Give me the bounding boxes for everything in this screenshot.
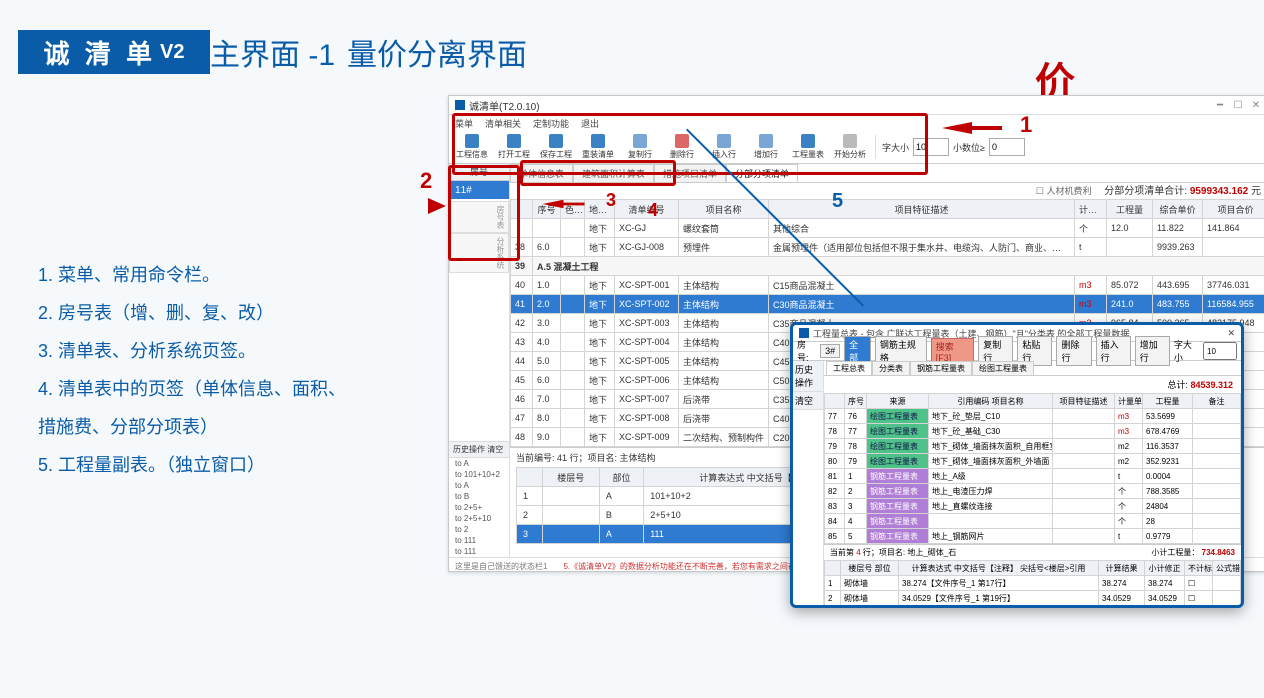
app-title: 诚清单(T2.0.10)	[469, 98, 540, 113]
table-row[interactable]: 401.0地下XC-SPT-001主体结构C15商品混凝土m385.072443…	[511, 276, 1264, 295]
menu-item[interactable]: 退出	[581, 117, 599, 130]
qty-row[interactable]: 822钢筋工程量表地上_电渣压力焊个788.3585	[825, 484, 1241, 499]
app-toolbar: 工程信息打开工程保存工程重装清单复制行删除行插入行增加行工程量表开始分析字大小小…	[449, 131, 1264, 164]
history-header: 历史操作 清空	[449, 442, 509, 458]
app-menubar: 菜单清单相关定制功能退出	[449, 115, 1264, 131]
table-row[interactable]: 386.0地下XC-GJ-008预埋件金属预埋件（适用部位包括但不限于集水井、电…	[511, 238, 1264, 257]
popup-sheet-tab[interactable]: 绘图工程量表	[972, 361, 1034, 375]
toolbar-重装清单[interactable]: 重装清单	[579, 132, 617, 162]
history-item[interactable]: to B	[449, 491, 509, 502]
popup-sheet-tab[interactable]: 分类表	[872, 361, 910, 375]
popup-toolbar: 房号:3#全部钢筋主规格搜索 [F3]复制行粘贴行删除行插入行增加行字大小	[793, 342, 1241, 361]
popup-qty-table[interactable]: 序号来源引用编码 项目名称项目特征描述计量单位工程量备注 7776绘图工程量表地…	[824, 393, 1241, 544]
minimize-button[interactable]: ━	[1213, 100, 1227, 111]
side-tab[interactable]: 分析系统	[449, 233, 509, 273]
arrow-3	[543, 200, 564, 208]
building-header: 房号	[449, 164, 509, 181]
qty-row[interactable]: 7776绘图工程量表地下_砼_垫层_C10m353.5699	[825, 409, 1241, 424]
menu-item[interactable]: 定制功能	[533, 117, 569, 130]
popup-font-input[interactable]	[1203, 342, 1237, 360]
toolbar-增加行[interactable]: 增加行	[747, 132, 785, 162]
quantity-popup-window: 工程量总表 - 包含 广联达工程量表（土建、钢筋）"且"分类表 的全部工程量数据…	[790, 322, 1244, 608]
side-tab[interactable]: 房号表	[449, 201, 509, 233]
toolbar-复制行[interactable]: 复制行	[621, 132, 659, 162]
qty-row[interactable]: 811钢筋工程量表地上_A级t0.0004	[825, 469, 1241, 484]
section-row: 39A.5 混凝土工程	[511, 257, 1264, 276]
left-panel: 房号 1 1# 房号表分析系统 历史操作 清空 to Ato 101+10+2t…	[449, 164, 510, 557]
num-5: 5	[832, 190, 843, 213]
popup-sheet-tabs: 工程总表分类表钢筋工程量表绘图工程量表	[824, 361, 1241, 376]
brand-logo: 诚 清 单V2	[18, 30, 210, 74]
table-row[interactable]: 地下XC-GJ螺纹套筒其他综合个12.011.822141.864	[511, 219, 1264, 238]
toolbar-开始分析[interactable]: 开始分析	[831, 132, 869, 162]
history-item[interactable]: to A	[449, 480, 509, 491]
qty-row[interactable]: 844钢筋工程量表个28	[825, 514, 1241, 529]
sheet-tab[interactable]: 建筑面积计算表	[573, 164, 654, 182]
menu-item[interactable]: 清单相关	[485, 117, 521, 130]
decimals-input[interactable]	[989, 138, 1025, 156]
sheet-tabs: 单体信息表建筑面积计算表措施项目清单分部分项清单	[510, 164, 1264, 183]
popup-logo-icon	[799, 328, 809, 338]
calc-row[interactable]: 1砌体墙38.274【文件序号_1 第17行】38.27438.274☐	[825, 576, 1241, 591]
qty-row[interactable]: 7877绘图工程量表地下_砼_基础_C30m3678.4769	[825, 424, 1241, 439]
history-item[interactable]: to 2+5+10	[449, 513, 509, 524]
history-item[interactable]: to 111	[449, 546, 509, 557]
history-item[interactable]: to 111	[449, 535, 509, 546]
room-selector[interactable]: 3#	[820, 344, 840, 358]
popup-footer-bar: 当前第 4 行；项目名: 地上_砌体_石 小计工程量： 734.8463	[824, 544, 1241, 560]
history-item[interactable]: to A	[449, 458, 509, 469]
sheet-tab[interactable]: 措施项目清单	[654, 164, 726, 182]
calc-row[interactable]: 2砌体墙34.0529【文件序号_1 第19行】34.052934.0529☐	[825, 591, 1241, 606]
maximize-button[interactable]: ☐	[1231, 100, 1245, 111]
arrow-1	[942, 122, 972, 134]
history-item[interactable]: to 101+10+2	[449, 469, 509, 480]
popup-calc-table[interactable]: 楼层号 部位计算表达式 中文括号【注释】 尖括号<楼层>引用计算结果小计修正不计…	[824, 560, 1241, 605]
building-selected[interactable]: 1 1#	[449, 181, 509, 199]
legend-list: 1. 菜单、常用命令栏。2. 房号表（增、删、复、改）3. 清单表、分析系统页签…	[38, 256, 346, 484]
popup-sheet-tab[interactable]: 钢筋工程量表	[910, 361, 972, 375]
num-2: 2	[420, 168, 432, 194]
popup-sheet-tab[interactable]: 工程总表	[826, 361, 872, 375]
toolbar-插入行[interactable]: 插入行	[705, 132, 743, 162]
popup-clear-button[interactable]: 清空	[793, 392, 823, 410]
slide-title: 主界面 -1量价分离界面	[210, 30, 527, 74]
table-row[interactable]: 412.0地下XC-SPT-002主体结构C30商品混凝土m3241.0483.…	[511, 295, 1264, 314]
toolbar-保存工程[interactable]: 保存工程	[537, 132, 575, 162]
qty-row[interactable]: 855钢筋工程量表地上_钢筋网片t0.9779	[825, 529, 1241, 544]
menu-item[interactable]: 菜单	[455, 117, 473, 130]
toolbar-工程量表[interactable]: 工程量表	[789, 132, 827, 162]
app-logo-icon	[455, 100, 465, 110]
toolbar-打开工程[interactable]: 打开工程	[495, 132, 533, 162]
popup-close-button[interactable]: ✕	[1227, 328, 1235, 339]
qty-row[interactable]: 7978绘图工程量表地下_砌体_墙面抹灰面积_自用框室m2116.3537	[825, 439, 1241, 454]
toolbar-工程信息[interactable]: 工程信息	[453, 132, 491, 162]
num-4: 4	[648, 200, 658, 221]
arrow-2	[428, 198, 446, 214]
font-size-input[interactable]	[913, 138, 949, 156]
app-titlebar: 诚清单(T2.0.10) ━ ☐ ✕	[449, 96, 1264, 115]
sheet-tab[interactable]: 单体信息表	[510, 164, 573, 182]
close-button[interactable]: ✕	[1249, 100, 1263, 111]
total-bar: ☐ 人材机费利 分部分项清单合计: 9599343.162 元	[510, 183, 1264, 199]
history-item[interactable]: to 2	[449, 524, 509, 535]
qty-row[interactable]: 8079绘图工程量表地下_砌体_墙面抹灰面积_外墙面m2352.9231	[825, 454, 1241, 469]
qty-row[interactable]: 833钢筋工程量表地上_直螺纹连接个24804	[825, 499, 1241, 514]
popup-left-panel: 历史操作 清空	[793, 361, 824, 605]
num-3: 3	[606, 190, 616, 211]
num-1: 1	[1020, 112, 1032, 138]
history-item[interactable]: to 2+5+	[449, 502, 509, 513]
